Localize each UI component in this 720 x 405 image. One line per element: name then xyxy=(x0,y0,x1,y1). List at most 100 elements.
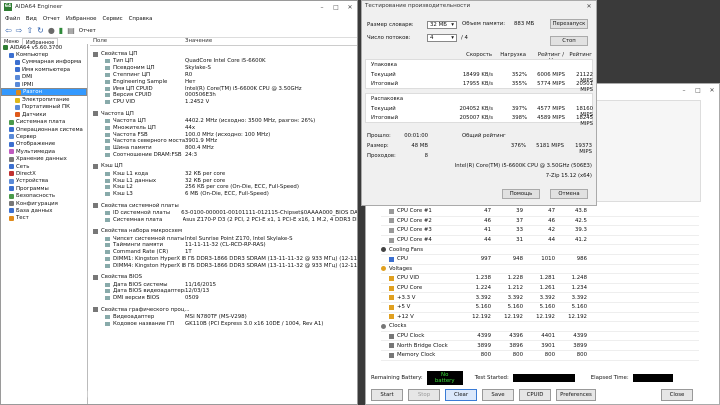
detail-row[interactable]: Псевдоним ЦП Skylake-S xyxy=(90,65,357,72)
threads-select[interactable]: 4 ▾ xyxy=(427,34,457,42)
tree-item[interactable]: Мультимедиа xyxy=(1,148,87,155)
sensor-row[interactable]: CPU Core #2 46 37 46 42.5 xyxy=(381,217,699,227)
stop-button[interactable]: Stop xyxy=(408,389,440,401)
cancel-button[interactable]: Отмена xyxy=(550,189,588,199)
detail-row[interactable]: Command Rate (CR) 1T xyxy=(90,249,357,256)
tree-item[interactable]: Компьютер xyxy=(1,51,87,58)
detail-row[interactable]: Кэш L1 кода 32 КБ per core xyxy=(90,170,357,177)
sensor-row[interactable]: Cooling Fans xyxy=(381,245,699,255)
cpuid-button[interactable]: CPUID xyxy=(519,389,551,401)
sensor-row[interactable]: CPU Core #4 44 31 44 41.2 xyxy=(381,236,699,246)
tree-item[interactable]: Разгон xyxy=(1,88,87,97)
detail-row[interactable]: Имя ЦП CPUID Intel(R) Core(TM) i5-6600K C… xyxy=(90,85,357,92)
column-value[interactable]: Значение xyxy=(185,38,212,44)
preferences-button[interactable]: Preferences xyxy=(556,389,596,401)
tree-item[interactable]: Суммарная информа xyxy=(1,59,87,66)
tree-item[interactable]: База данных xyxy=(1,207,87,214)
tree-item[interactable]: Электропитание xyxy=(1,96,87,103)
detail-row[interactable]: Степпинг ЦП R0 xyxy=(90,72,357,79)
back-arrow-icon[interactable]: ⇦ xyxy=(5,26,12,36)
sensor-row[interactable]: +12 V 12.192 12.192 12.192 12.192 xyxy=(381,313,699,323)
tree-item[interactable]: Имя компьютера xyxy=(1,66,87,73)
user-icon[interactable]: ● xyxy=(48,26,55,36)
sensor-row[interactable]: Clocks xyxy=(381,322,699,332)
minimize-icon[interactable]: – xyxy=(677,87,691,94)
sensor-row[interactable]: CPU VID 1.238 1.228 1.281 1.248 xyxy=(381,274,699,284)
tree-item[interactable]: Сеть xyxy=(1,163,87,170)
detail-row[interactable]: Видеоадаптер MSI N780TF (MS-V298) xyxy=(90,314,357,321)
tree-item[interactable]: Датчики xyxy=(1,111,87,118)
sensor-row[interactable]: CPU Core #1 47 39 47 43.8 xyxy=(381,207,699,217)
detail-row[interactable]: Тайминги памяти 11-11-11-32 (CL-RCD-RP-RA… xyxy=(90,242,357,249)
menu-view[interactable]: Вид xyxy=(26,16,37,22)
sensor-row[interactable]: Memory Clock 800 800 800 800 xyxy=(381,351,699,361)
dict-size-select[interactable]: 32 МБ ▾ xyxy=(427,21,457,29)
start-button[interactable]: Start xyxy=(371,389,403,401)
maximize-icon[interactable]: □ xyxy=(691,87,705,94)
tree-item[interactable]: Тест xyxy=(1,215,87,222)
detail-row[interactable]: Кэш L2 256 КБ per core (On-Die, ECC, Full… xyxy=(90,184,357,191)
help-button[interactable]: Помощь xyxy=(502,189,540,199)
detail-row[interactable]: Кэш L1 данных 32 КБ per core xyxy=(90,177,357,184)
tree-item[interactable]: Программы xyxy=(1,185,87,192)
detail-row[interactable]: CPU VID 1.2452 V xyxy=(90,99,357,106)
detail-row[interactable]: Множитель ЦП 44x xyxy=(90,124,357,131)
sensor-row[interactable]: CPU Clock 4399 4396 4401 4399 xyxy=(381,332,699,342)
detail-row[interactable]: Кэш L3 6 МБ (On-Die, ECC, Full-Speed) xyxy=(90,191,357,198)
tree-item[interactable]: DirectX xyxy=(1,170,87,177)
restart-button[interactable]: Перезапуск xyxy=(550,19,588,29)
detail-row[interactable]: Шина памяти 800.4 MHz xyxy=(90,145,357,152)
detail-row[interactable]: DIMM1: Kingston HyperX K...8 ГБ DDR3-186… xyxy=(90,256,357,263)
detail-row[interactable]: Дата BIOS видеоадаптера 12/03/13 xyxy=(90,288,357,295)
detail-row[interactable]: Тип ЦП QuadCore Intel Core i5-6600K xyxy=(90,58,357,65)
refresh-icon[interactable]: ↻ xyxy=(37,26,44,36)
detail-row[interactable]: DIMM4: Kingston HyperX K...8 ГБ DDR3-186… xyxy=(90,262,357,269)
save-button[interactable]: Save xyxy=(482,389,514,401)
tree-item[interactable]: Хранение данных xyxy=(1,155,87,162)
detail-row[interactable]: Частота ЦП 4402.2 MHz (исходно: 3500 MHz,… xyxy=(90,118,357,125)
up-arrow-icon[interactable]: ⇧ xyxy=(26,26,33,36)
sensor-row[interactable]: +3.3 V 3.392 3.392 3.392 3.392 xyxy=(381,293,699,303)
menu-report[interactable]: Отчет xyxy=(43,16,60,22)
chart-icon[interactable]: ▮ xyxy=(59,26,63,36)
maximize-icon[interactable]: □ xyxy=(329,4,343,11)
forward-arrow-icon[interactable]: ⇨ xyxy=(16,26,23,36)
detail-row[interactable]: Engineering Sample Нет xyxy=(90,78,357,85)
sensor-row[interactable]: North Bridge Clock 3899 3896 3901 3899 xyxy=(381,341,699,351)
close-icon[interactable]: ✕ xyxy=(705,87,719,94)
tree-item[interactable]: Операционная система xyxy=(1,126,87,133)
tree-item[interactable]: Сервер xyxy=(1,133,87,140)
stop-button[interactable]: Стоп xyxy=(550,36,588,46)
tree-item[interactable]: DMI xyxy=(1,74,87,81)
tree-item[interactable]: IPMI xyxy=(1,81,87,88)
detail-row[interactable]: ID системной платы 63-0100-000001-0010111… xyxy=(90,210,357,217)
report-button[interactable]: Отчет xyxy=(79,28,96,34)
detail-row[interactable]: DMI версия BIOS 0509 xyxy=(90,295,357,302)
menu-file[interactable]: Файл xyxy=(5,16,20,22)
tree-item[interactable]: Устройства xyxy=(1,178,87,185)
detail-row[interactable]: Соотношение DRAM:FSB 24:3 xyxy=(90,152,357,159)
detail-row[interactable]: Чипсет системной платы Intel Sunrise Poin… xyxy=(90,235,357,242)
close-icon[interactable]: ✕ xyxy=(343,4,357,11)
tree-item[interactable]: Портативный ПК xyxy=(1,104,87,111)
sensor-row[interactable]: CPU 997 948 1010 986 xyxy=(381,255,699,265)
detail-row[interactable]: Версия CPUID 000506E3h xyxy=(90,92,357,99)
sensor-row[interactable]: CPU Core 1.224 1.212 1.261 1.234 xyxy=(381,284,699,294)
minimize-icon[interactable]: – xyxy=(315,4,329,11)
tree-item[interactable]: Безопасность xyxy=(1,192,87,199)
close-icon[interactable]: ✕ xyxy=(582,3,596,10)
close-button[interactable]: Close xyxy=(661,389,693,401)
report-icon[interactable]: ▤ xyxy=(67,26,75,36)
menu-help[interactable]: Справка xyxy=(129,16,153,22)
detail-row[interactable]: Системная плата Asus Z170-P D3 (2 PCI, 2 … xyxy=(90,216,357,223)
menu-tools[interactable]: Сервис xyxy=(103,16,123,22)
sensor-row[interactable]: Voltages xyxy=(381,265,699,275)
column-field[interactable]: Поле xyxy=(90,38,185,44)
sensor-row[interactable]: +5 V 5.160 5.160 5.160 5.160 xyxy=(381,303,699,313)
detail-row[interactable]: Частота северного моста 3901.9 MHz xyxy=(90,138,357,145)
detail-row[interactable]: Частота FSB 100.0 MHz (исходно: 100 MHz) xyxy=(90,131,357,138)
tree-item[interactable]: Конфигурация xyxy=(1,200,87,207)
tree-item[interactable]: Системная плата xyxy=(1,119,87,126)
clear-button[interactable]: Clear xyxy=(445,389,477,401)
sensor-row[interactable]: CPU Core #3 41 33 42 39.3 xyxy=(381,226,699,236)
